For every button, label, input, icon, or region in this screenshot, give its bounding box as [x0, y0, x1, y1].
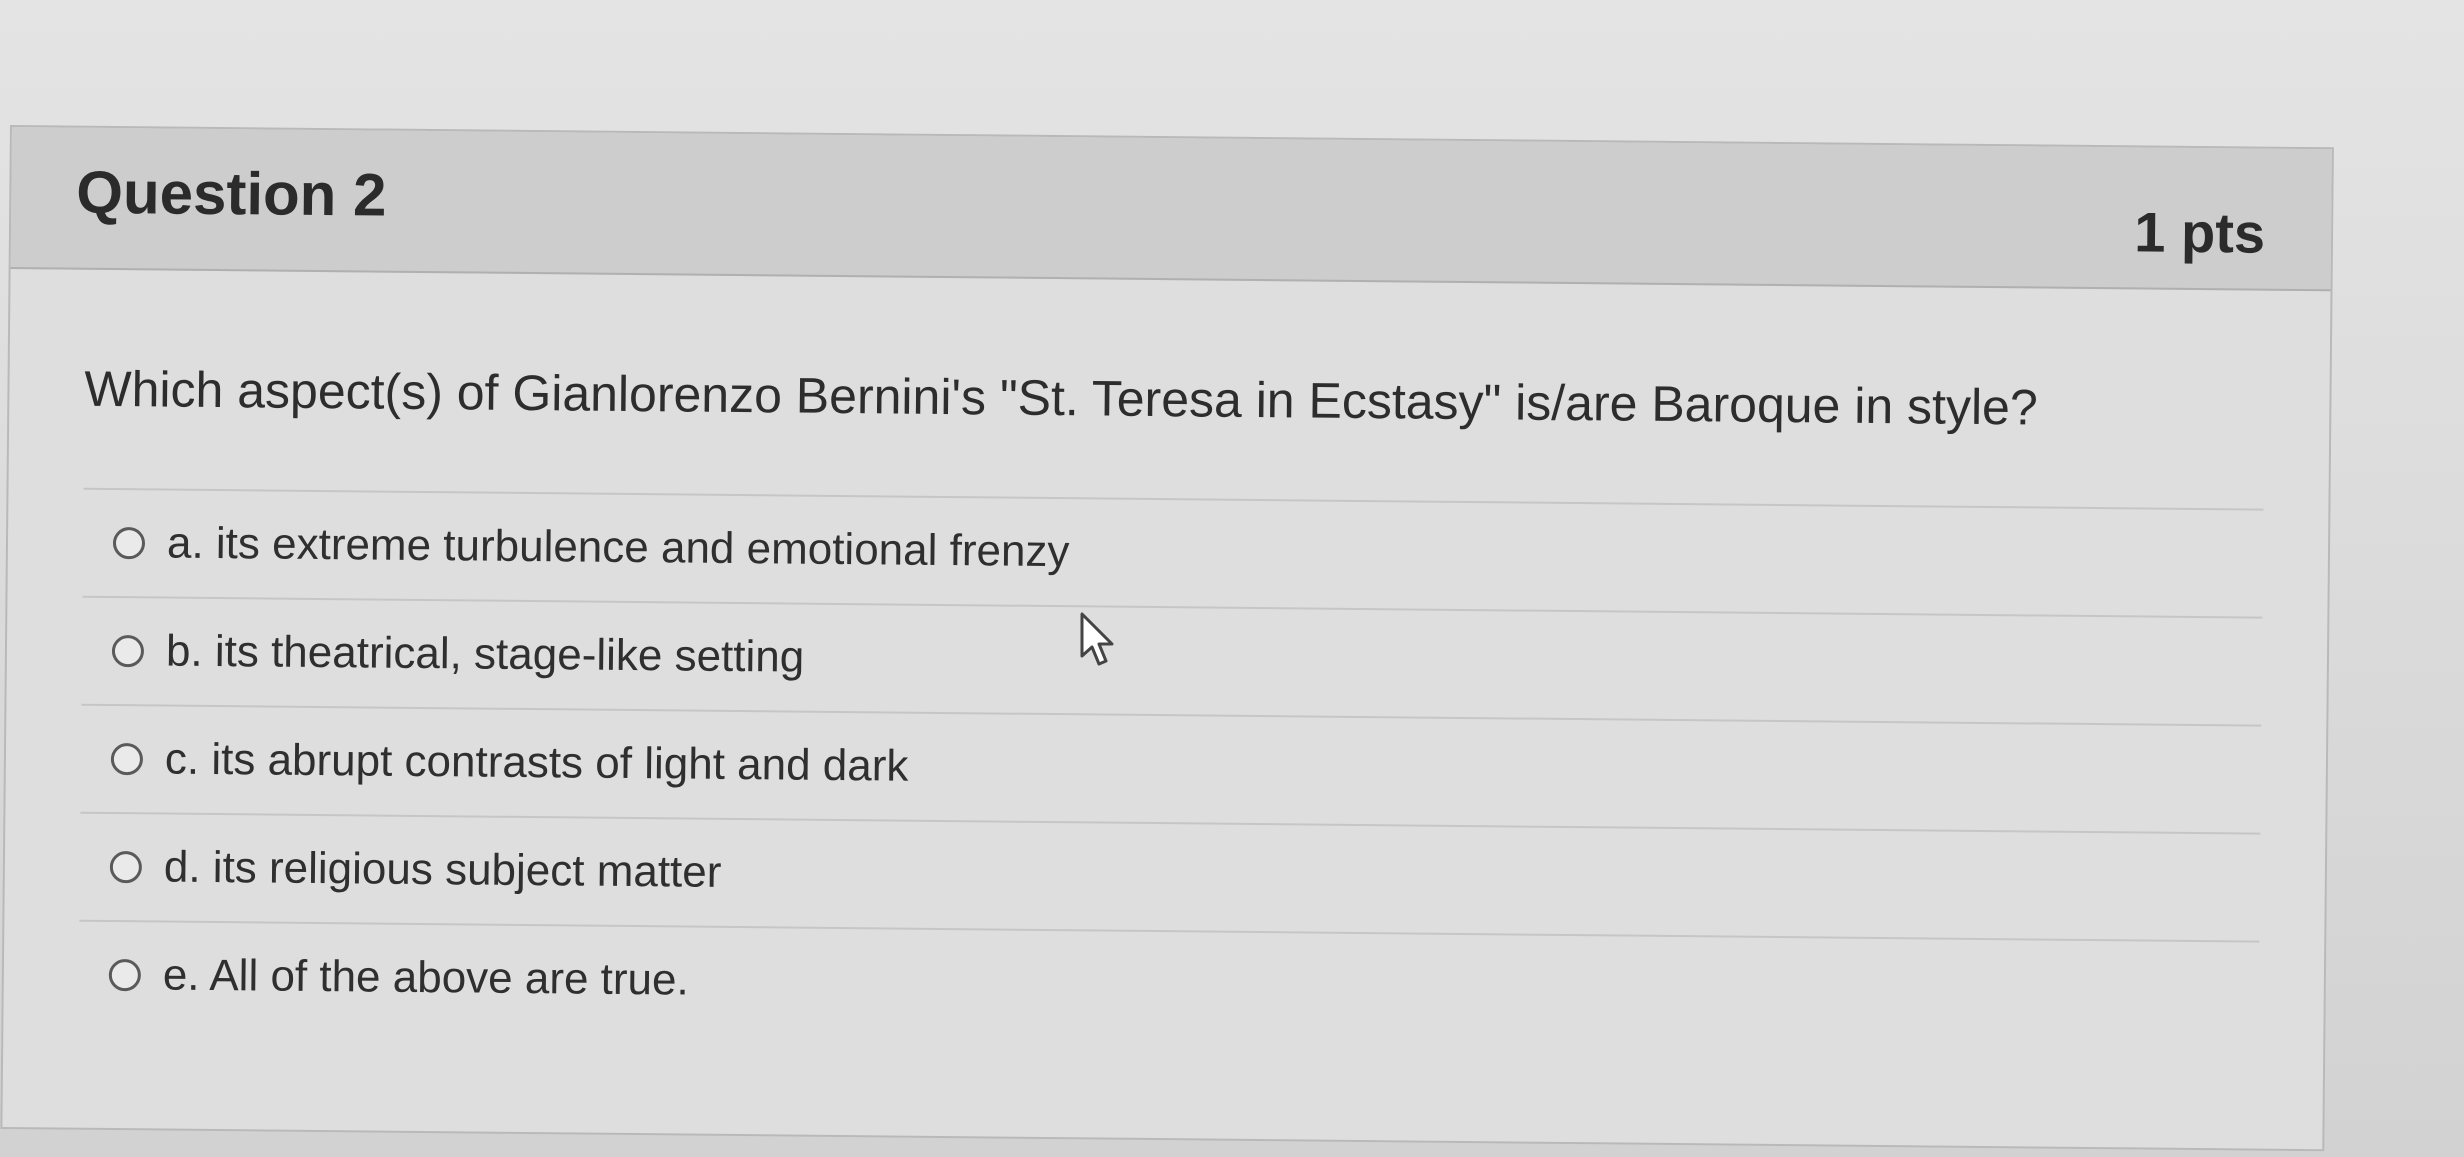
- question-points: 1 pts: [2134, 200, 2266, 265]
- answer-label[interactable]: e. All of the above are true.: [163, 951, 689, 1006]
- question-title: Question 2: [76, 158, 387, 229]
- question-header: Question 2 1 pts: [10, 127, 2332, 292]
- answer-label[interactable]: a. its extreme turbulence and emotional …: [167, 519, 1070, 578]
- screen: Question 2 1 pts Which aspect(s) of Gian…: [0, 0, 2464, 1157]
- answer-option-d[interactable]: d. its religious subject matter: [79, 811, 2261, 941]
- answer-list: a. its extreme turbulence and emotional …: [78, 487, 2268, 1049]
- question-body: Which aspect(s) of Gianlorenzo Bernini's…: [3, 269, 2330, 1049]
- mouse-pointer-icon: [1080, 612, 1114, 666]
- answer-label[interactable]: c. its abrupt contrasts of light and dar…: [165, 735, 909, 792]
- question-card: Question 2 1 pts Which aspect(s) of Gian…: [0, 125, 2334, 1152]
- answer-option-c[interactable]: c. its abrupt contrasts of light and dar…: [80, 703, 2262, 833]
- radio-unselected-icon[interactable]: [109, 850, 143, 884]
- answer-option-b[interactable]: b. its theatrical, stage-like setting: [81, 595, 2263, 725]
- answer-label[interactable]: b. its theatrical, stage-like setting: [166, 627, 805, 683]
- radio-unselected-icon[interactable]: [110, 742, 144, 776]
- radio-unselected-icon[interactable]: [111, 635, 145, 668]
- radio-unselected-icon[interactable]: [112, 527, 146, 560]
- answer-option-e[interactable]: e. All of the above are true.: [78, 919, 2260, 1049]
- question-text: Which aspect(s) of Gianlorenzo Bernini's…: [84, 360, 2038, 436]
- radio-unselected-icon[interactable]: [108, 958, 141, 992]
- answer-option-a[interactable]: a. its extreme turbulence and emotional …: [82, 487, 2264, 617]
- answer-label[interactable]: d. its religious subject matter: [164, 843, 722, 898]
